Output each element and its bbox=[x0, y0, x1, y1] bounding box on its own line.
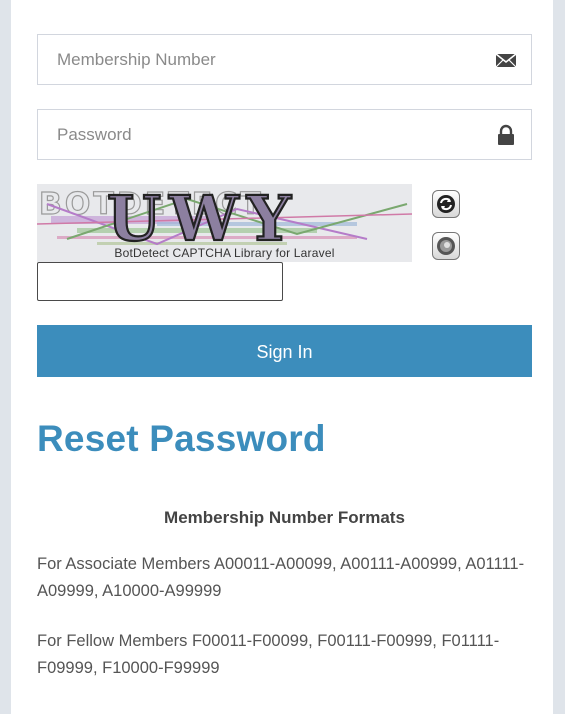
reload-icon bbox=[437, 195, 455, 213]
password-input[interactable] bbox=[38, 110, 497, 159]
captcha-code-input[interactable] bbox=[37, 262, 283, 301]
speaker-icon bbox=[437, 237, 455, 255]
membership-number-input[interactable] bbox=[38, 35, 497, 84]
captcha-image: BOTDETECT UWY BotDetect CAPTCHA Library … bbox=[37, 184, 412, 262]
fellow-formats-text: For Fellow Members F00011-F00099, F00111… bbox=[37, 632, 500, 677]
envelope-icon bbox=[495, 53, 517, 68]
captcha-reload-button[interactable] bbox=[432, 190, 460, 218]
reset-password-link[interactable]: Reset Password bbox=[37, 418, 326, 460]
password-field[interactable] bbox=[37, 109, 532, 160]
sign-in-button[interactable]: Sign In bbox=[37, 325, 532, 377]
captcha-text: UWY bbox=[107, 184, 299, 255]
lock-icon bbox=[498, 124, 514, 145]
login-card: BOTDETECT UWY BotDetect CAPTCHA Library … bbox=[11, 0, 553, 714]
captcha-sound-button[interactable] bbox=[432, 232, 460, 260]
associate-formats-text: For Associate Members A00011-A00099, A00… bbox=[37, 555, 525, 600]
membership-field[interactable] bbox=[37, 34, 532, 85]
captcha-caption: BotDetect CAPTCHA Library for Laravel bbox=[114, 246, 335, 260]
formats-title: Membership Number Formats bbox=[164, 508, 405, 527]
